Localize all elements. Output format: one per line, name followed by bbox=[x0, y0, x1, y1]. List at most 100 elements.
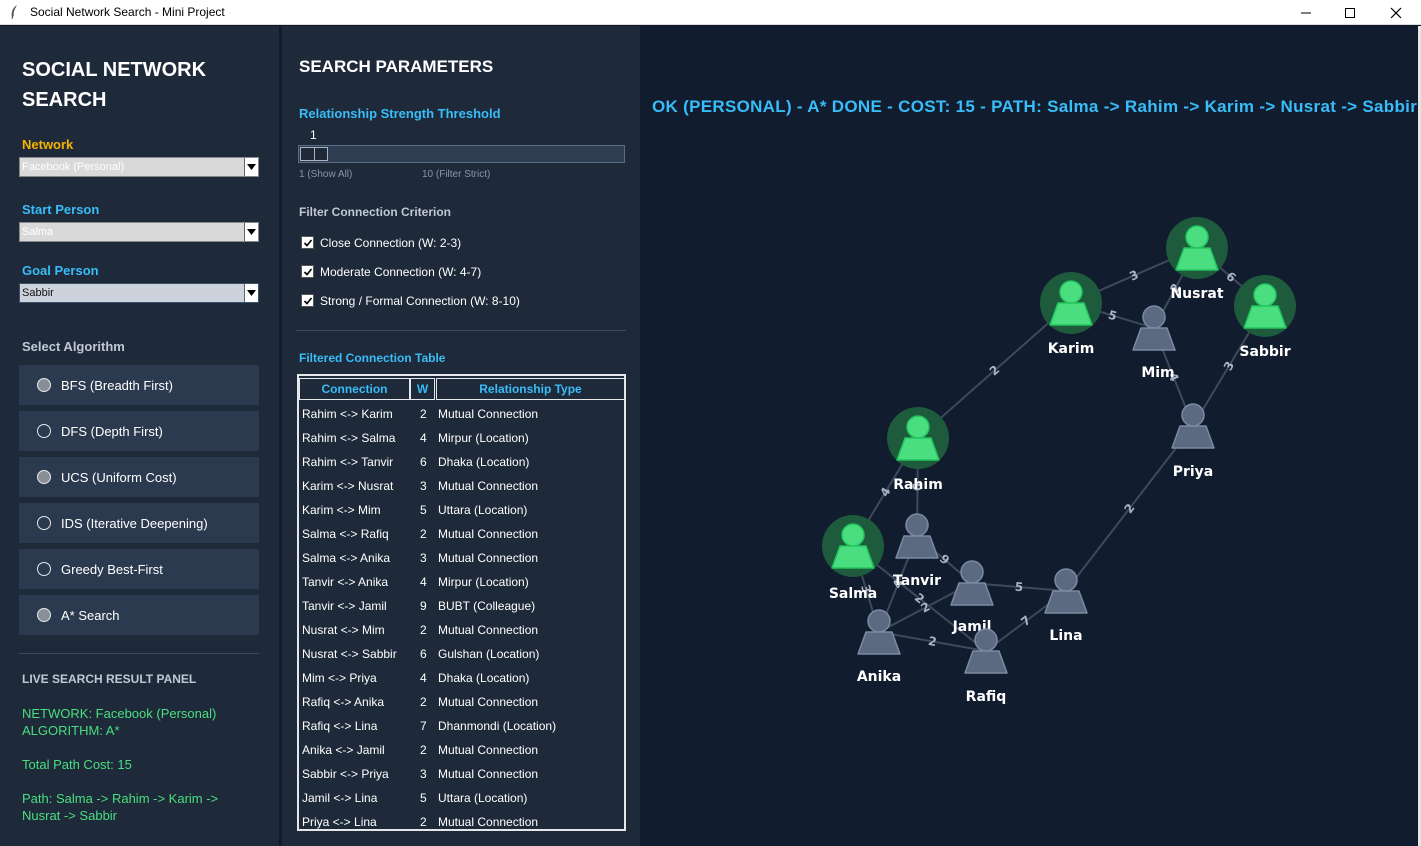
table-row[interactable]: Sabbir <-> Priya 3 Mutual Connection bbox=[302, 762, 622, 786]
table-row[interactable]: Nusrat <-> Sabbir 6 Gulshan (Location) bbox=[302, 642, 622, 666]
app-title: SOCIAL NETWORK SEARCH bbox=[22, 59, 207, 111]
edge-weight-label: 5 bbox=[1106, 308, 1118, 324]
table-row[interactable]: Priya <-> Lina 2 Mutual Connection bbox=[302, 810, 622, 829]
table-row[interactable]: Jamil <-> Lina 5 Uttara (Location) bbox=[302, 786, 622, 810]
radio-icon[interactable] bbox=[37, 378, 51, 392]
start-person-select[interactable]: Salma bbox=[19, 222, 259, 242]
edge-weight-label: 3 bbox=[1127, 267, 1140, 283]
algorithm-option-label: UCS (Uniform Cost) bbox=[61, 470, 177, 485]
edge-weight-label: 4 bbox=[877, 485, 893, 499]
person-icon bbox=[1142, 305, 1166, 329]
column-header-connection[interactable]: Connection bbox=[299, 378, 410, 400]
filter-checkbox[interactable]: Moderate Connection (W: 4-7) bbox=[301, 264, 561, 280]
node-name-label: Anika bbox=[857, 669, 901, 685]
filter-checkbox[interactable]: Strong / Formal Connection (W: 8-10) bbox=[301, 293, 561, 309]
chevron-down-icon[interactable] bbox=[244, 158, 258, 176]
person-icon bbox=[1181, 403, 1205, 427]
network-select[interactable]: Facebook (Personal) bbox=[19, 157, 259, 177]
radio-icon[interactable] bbox=[37, 470, 51, 484]
table-row[interactable]: Karim <-> Nusrat 3 Mutual Connection bbox=[302, 474, 622, 498]
person-icon bbox=[841, 523, 865, 547]
relationship-cell: Gulshan (Location) bbox=[438, 647, 540, 661]
close-button[interactable] bbox=[1373, 0, 1419, 25]
connection-table[interactable]: Connection W Relationship Type Rahim <->… bbox=[297, 374, 626, 831]
start-person-label: Start Person bbox=[22, 202, 100, 217]
node-name-label: Mim bbox=[1141, 365, 1174, 381]
column-header-weight[interactable]: W bbox=[410, 378, 435, 400]
chevron-down-icon[interactable] bbox=[244, 223, 258, 241]
weight-cell: 7 bbox=[420, 719, 427, 733]
algorithm-option[interactable]: Greedy Best-First bbox=[19, 549, 259, 589]
relationship-cell: Mutual Connection bbox=[438, 551, 539, 565]
filter-label: Filter Connection Criterion bbox=[299, 205, 452, 219]
table-row[interactable]: Karim <-> Mim 5 Uttara (Location) bbox=[302, 498, 622, 522]
graph-canvas[interactable]: OK (PERSONAL) - A* DONE - COST: 15 - PAT… bbox=[640, 26, 1418, 846]
maximize-button[interactable] bbox=[1327, 0, 1373, 25]
slider-handle[interactable] bbox=[300, 147, 328, 161]
radio-icon[interactable] bbox=[37, 562, 51, 576]
check-icon bbox=[303, 239, 313, 247]
live-algorithm: ALGORITHM: A* bbox=[22, 723, 120, 738]
connection-cell: Tanvir <-> Jamil bbox=[302, 599, 387, 613]
weight-cell: 4 bbox=[420, 431, 427, 445]
minimize-button[interactable] bbox=[1283, 0, 1329, 25]
radio-icon[interactable] bbox=[37, 516, 51, 530]
edge-weight-label: 5 bbox=[1014, 580, 1024, 595]
algorithm-option[interactable]: UCS (Uniform Cost) bbox=[19, 457, 259, 497]
table-row[interactable]: Mim <-> Priya 4 Dhaka (Location) bbox=[302, 666, 622, 690]
relationship-cell: Mutual Connection bbox=[438, 407, 539, 421]
checkbox-icon[interactable] bbox=[301, 294, 314, 307]
relationship-cell: Mutual Connection bbox=[438, 623, 539, 637]
network-graph[interactable]: 24 63523 49264272352RahimKarimNusratSabbir… bbox=[640, 26, 1418, 846]
filter-checkbox-label: Close Connection (W: 2-3) bbox=[320, 236, 462, 250]
node-name-label: Lina bbox=[1049, 628, 1082, 644]
edge-weight-label: 2 bbox=[927, 634, 938, 649]
weight-cell: 9 bbox=[420, 599, 427, 613]
person-icon bbox=[960, 560, 984, 584]
goal-person-select[interactable]: Sabbir bbox=[19, 283, 259, 303]
algorithm-option[interactable]: DFS (Depth First) bbox=[19, 411, 259, 451]
radio-icon[interactable] bbox=[37, 424, 51, 438]
table-row[interactable]: Anika <-> Jamil 2 Mutual Connection bbox=[302, 738, 622, 762]
relationship-cell: Dhaka (Location) bbox=[438, 455, 530, 469]
filter-checkbox-label: Moderate Connection (W: 4-7) bbox=[320, 265, 482, 279]
table-row[interactable]: Rahim <-> Salma 4 Mirpur (Location) bbox=[302, 426, 622, 450]
checkbox-icon[interactable] bbox=[301, 265, 314, 278]
table-row[interactable]: Tanvir <-> Anika 4 Mirpur (Location) bbox=[302, 570, 622, 594]
weight-cell: 2 bbox=[420, 695, 427, 709]
check-icon bbox=[303, 268, 313, 276]
node-name-label: Tanvir bbox=[893, 573, 941, 589]
table-row[interactable]: Rafiq <-> Anika 2 Mutual Connection bbox=[302, 690, 622, 714]
table-row[interactable]: Nusrat <-> Mim 2 Mutual Connection bbox=[302, 618, 622, 642]
feather-icon bbox=[11, 5, 17, 20]
algorithm-option[interactable]: IDS (Iterative Deepening) bbox=[19, 503, 259, 543]
chevron-down-icon[interactable] bbox=[244, 284, 258, 302]
table-row[interactable]: Rahim <-> Karim 2 Mutual Connection bbox=[302, 402, 622, 426]
relationship-cell: Uttara (Location) bbox=[438, 503, 528, 517]
table-row[interactable]: Tanvir <-> Jamil 9 BUBT (Colleague) bbox=[302, 594, 622, 618]
table-row[interactable]: Rahim <-> Tanvir 6 Dhaka (Location) bbox=[302, 450, 622, 474]
algorithm-option-label: BFS (Breadth First) bbox=[61, 378, 173, 393]
node-name-label: Nusrat bbox=[1170, 286, 1223, 302]
algorithm-option[interactable]: BFS (Breadth First) bbox=[19, 365, 259, 405]
connection-cell: Jamil <-> Lina bbox=[302, 791, 378, 805]
weight-cell: 6 bbox=[420, 455, 427, 469]
algorithm-option[interactable]: A* Search bbox=[19, 595, 259, 635]
close-icon bbox=[1390, 7, 1402, 18]
column-header-relationship[interactable]: Relationship Type bbox=[436, 378, 624, 400]
table-row[interactable]: Rafiq <-> Lina 7 Dhanmondi (Location) bbox=[302, 714, 622, 738]
threshold-slider[interactable] bbox=[298, 145, 625, 163]
person-icon bbox=[906, 415, 930, 439]
node-name-label: Rahim bbox=[893, 477, 943, 493]
radio-icon[interactable] bbox=[37, 608, 51, 622]
person-icon-body bbox=[1175, 247, 1219, 271]
relationship-cell: Mutual Connection bbox=[438, 695, 539, 709]
person-icon-body bbox=[1132, 327, 1176, 351]
table-row[interactable]: Salma <-> Rafiq 2 Mutual Connection bbox=[302, 522, 622, 546]
table-row[interactable]: Salma <-> Anika 3 Mutual Connection bbox=[302, 546, 622, 570]
filter-checkbox[interactable]: Close Connection (W: 2-3) bbox=[301, 235, 561, 251]
relationship-cell: Mutual Connection bbox=[438, 815, 539, 829]
connection-cell: Rafiq <-> Lina bbox=[302, 719, 378, 733]
weight-cell: 2 bbox=[420, 527, 427, 541]
checkbox-icon[interactable] bbox=[301, 236, 314, 249]
